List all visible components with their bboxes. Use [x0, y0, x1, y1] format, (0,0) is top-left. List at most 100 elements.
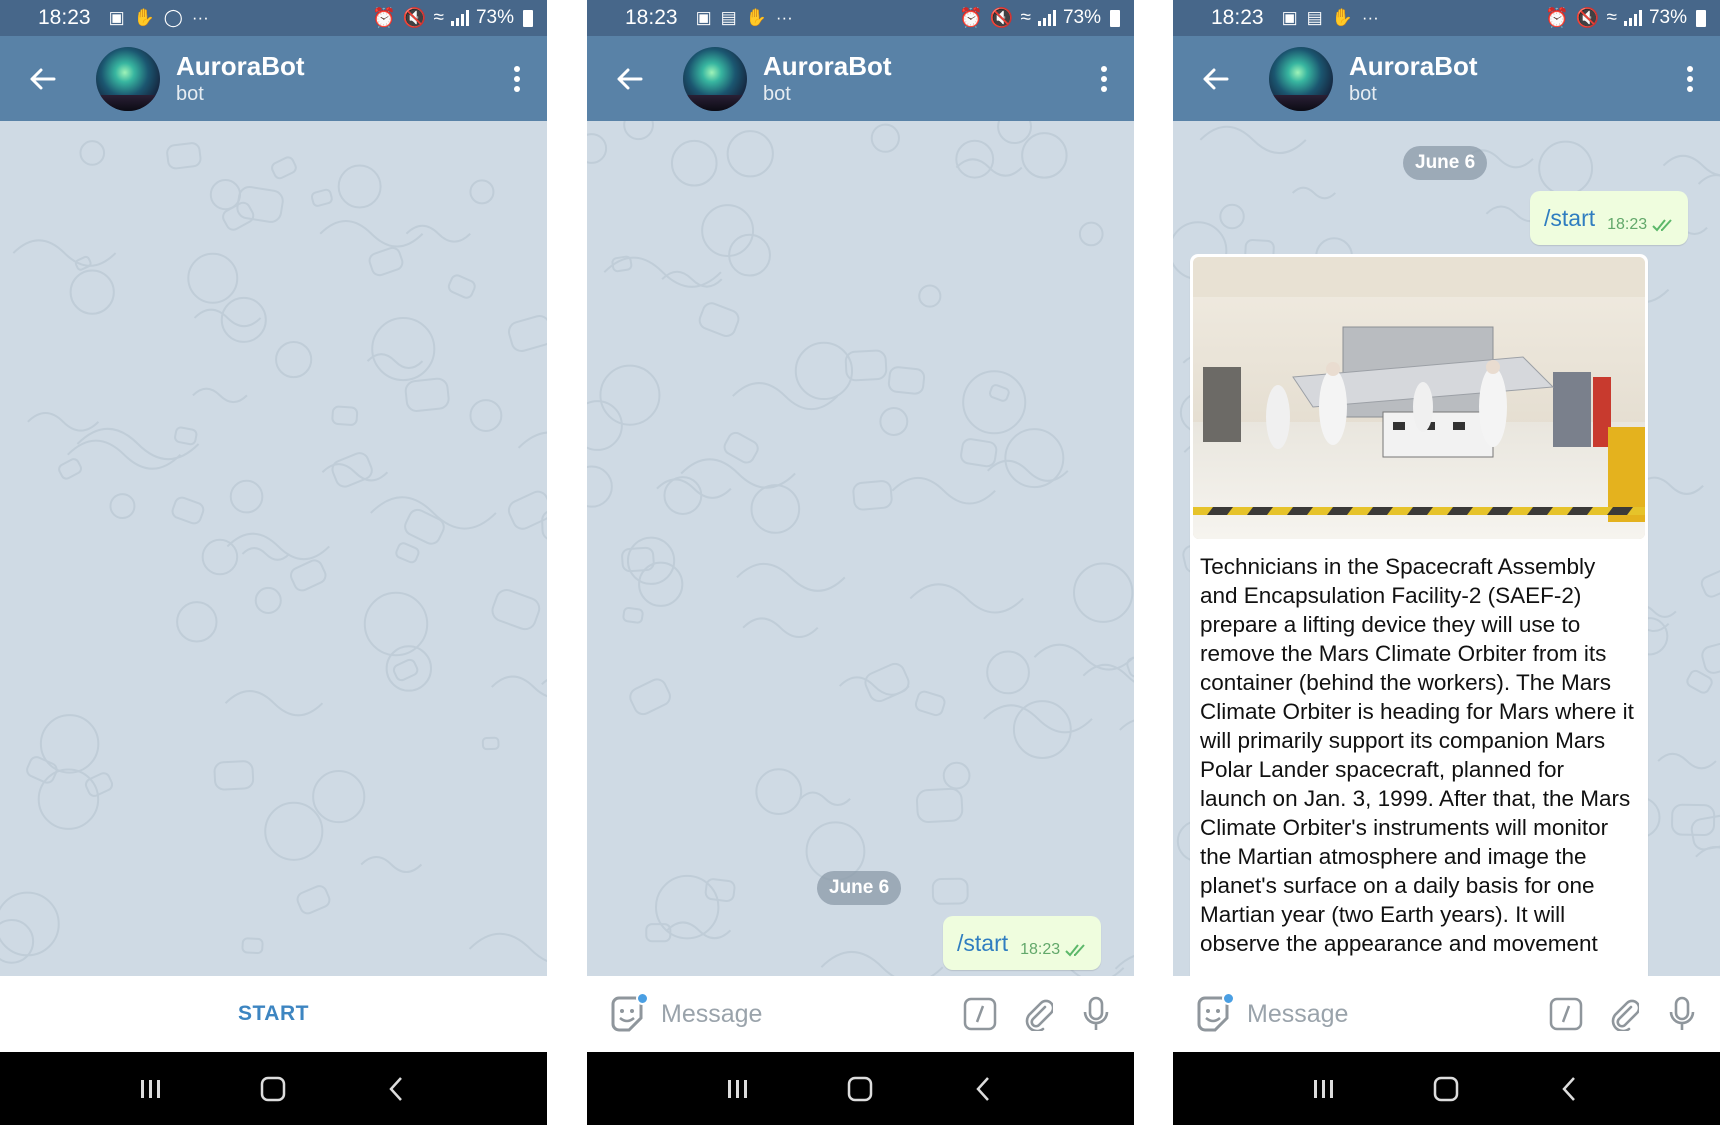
- chat-title: AuroraBot: [176, 50, 305, 81]
- bus-icon: ▣: [1281, 8, 1298, 27]
- wallpaper-doodle: [254, 586, 282, 615]
- wallpaper-doodle: [962, 370, 1027, 435]
- image-icon: ▤: [1306, 8, 1323, 27]
- bot-commands-button[interactable]: [956, 990, 1004, 1038]
- status-bar: 18:23 ▣ ✋ ◯ ··· ⏰ 🔇 ≈ 73%: [0, 0, 547, 36]
- wallpaper-doodle: [27, 411, 100, 432]
- wallpaper-doodle: [507, 315, 547, 353]
- wallpaper-doodle: [755, 768, 803, 816]
- outgoing-message[interactable]: /start 18:23: [1530, 191, 1689, 245]
- wallpaper-doodle: [1700, 569, 1720, 598]
- wallpaper-doodle: [732, 382, 839, 411]
- avatar[interactable]: [1269, 46, 1333, 111]
- sticker-button[interactable]: [1193, 992, 1235, 1034]
- wallpaper-doodle: [174, 426, 198, 446]
- recents-button[interactable]: [718, 1069, 758, 1109]
- wallpaper-doodle: [187, 252, 239, 304]
- system-back-button[interactable]: [376, 1069, 416, 1109]
- recents-button[interactable]: [131, 1069, 171, 1109]
- chat-title-block[interactable]: AuroraBot bot: [176, 51, 305, 107]
- wallpaper-doodle: [1697, 174, 1720, 185]
- message-input[interactable]: Message: [1247, 1000, 1532, 1029]
- back-button[interactable]: [1173, 36, 1257, 121]
- message-photo[interactable]: [1193, 257, 1645, 539]
- battery-icon: [523, 9, 533, 27]
- wallpaper-doodle: [587, 133, 608, 164]
- wallpaper-doodle: [368, 246, 404, 277]
- signal-icon: [1623, 10, 1642, 26]
- wallpaper-doodle: [909, 583, 1024, 614]
- wallpaper-doodle: [838, 676, 910, 696]
- wallpaper-doodle: [654, 874, 720, 940]
- status-bar: 18:23 ▣ ▤ ✋ ··· ⏰ 🔇 ≈ 73%: [1173, 0, 1720, 36]
- wallpaper-doodle: [750, 484, 801, 534]
- wallpaper-doodle: [193, 308, 262, 328]
- home-button[interactable]: [253, 1069, 293, 1109]
- voice-button[interactable]: [1072, 990, 1120, 1038]
- wallpaper-doodle: [176, 601, 218, 643]
- chat-title-block[interactable]: AuroraBot bot: [763, 51, 892, 107]
- menu-button[interactable]: [1074, 36, 1134, 121]
- home-button[interactable]: [1426, 1069, 1466, 1109]
- wallpaper-doodle: [39, 714, 100, 774]
- image-icon: ▤: [720, 8, 737, 27]
- wallpaper-doodle: [603, 256, 722, 288]
- system-back-button[interactable]: [963, 1069, 1003, 1109]
- message-command-link[interactable]: /start: [957, 930, 1008, 957]
- wallpaper-doodle: [931, 877, 969, 905]
- wallpaper-doodle: [891, 476, 996, 505]
- battery-level: 73%: [1062, 7, 1101, 28]
- wallpaper-doodle: [1033, 643, 1134, 671]
- wallpaper-doodle: [1119, 719, 1134, 731]
- back-button[interactable]: [587, 36, 671, 121]
- message-composer: Message: [1173, 976, 1720, 1052]
- chat-area[interactable]: June 6 /start 18:23: [1173, 121, 1720, 976]
- attach-button[interactable]: [1014, 990, 1062, 1038]
- wallpaper-doodle: [879, 407, 909, 436]
- back-button[interactable]: [0, 36, 84, 121]
- microphone-icon: [1669, 996, 1695, 1030]
- more-vertical-icon: [1101, 65, 1107, 92]
- wallpaper-doodle: [1695, 846, 1720, 858]
- chat-area[interactable]: [0, 121, 547, 976]
- signal-icon: [450, 10, 469, 26]
- wallpaper-doodle: [404, 508, 445, 545]
- incoming-photo-message[interactable]: Technicians in the Spacecraft Assembly a…: [1190, 254, 1648, 976]
- wallpaper-doodle: [1078, 221, 1104, 247]
- wallpaper-doodle: [1012, 700, 1072, 759]
- bus-icon: ▣: [108, 8, 125, 27]
- voice-button[interactable]: [1658, 990, 1706, 1038]
- recents-icon: [1314, 1079, 1334, 1098]
- outgoing-message[interactable]: /start 18:23: [943, 916, 1102, 970]
- sticker-button[interactable]: [607, 992, 649, 1034]
- wifi-icon: ≈: [1606, 7, 1617, 28]
- slash-command-icon: [1549, 997, 1583, 1031]
- wallpaper-doodle: [12, 239, 117, 267]
- wallpaper-doodle: [723, 431, 759, 464]
- recents-button[interactable]: [1304, 1069, 1344, 1109]
- wallpaper-doodle: [213, 760, 255, 791]
- system-nav-bar: [1173, 1052, 1720, 1125]
- attach-button[interactable]: [1600, 990, 1648, 1038]
- wallpaper-doodle: [166, 142, 202, 170]
- avatar[interactable]: [683, 46, 747, 111]
- menu-button[interactable]: [1660, 36, 1720, 121]
- home-icon: [1434, 1076, 1459, 1101]
- avatar[interactable]: [96, 46, 160, 111]
- home-button[interactable]: [840, 1069, 880, 1109]
- menu-button[interactable]: [487, 36, 547, 121]
- wallpaper-doodle: [0, 919, 35, 964]
- wallpaper-doodle: [236, 186, 284, 223]
- bot-commands-button[interactable]: [1542, 990, 1590, 1038]
- wallpaper-doodle: [1662, 154, 1720, 177]
- message-input[interactable]: Message: [661, 1000, 946, 1029]
- start-button[interactable]: START: [0, 976, 547, 1052]
- chat-area[interactable]: June 6 /start 18:23: [587, 121, 1134, 976]
- paperclip-icon: [1611, 999, 1639, 1031]
- wallpaper-doodle: [983, 704, 1093, 734]
- wallpaper-doodle: [726, 130, 774, 178]
- wallpaper-doodle: [852, 480, 893, 511]
- message-command-link[interactable]: /start: [1544, 205, 1595, 232]
- system-back-button[interactable]: [1549, 1069, 1589, 1109]
- chat-title-block[interactable]: AuroraBot bot: [1349, 51, 1478, 107]
